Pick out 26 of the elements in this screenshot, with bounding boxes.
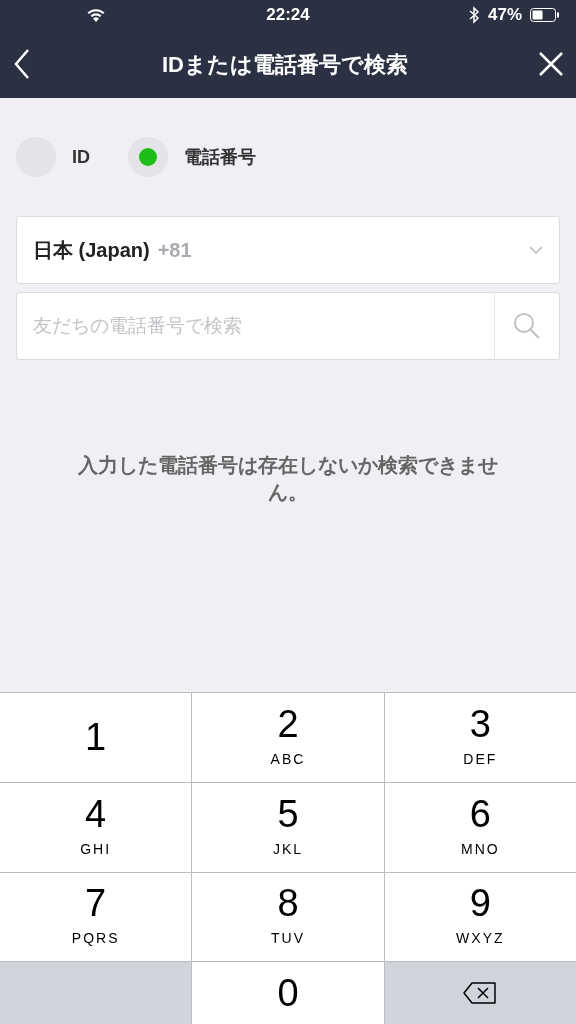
keypad-key[interactable]: 0 <box>192 962 384 1024</box>
radio-label: 電話番号 <box>184 145 256 169</box>
radio-button[interactable] <box>128 137 168 177</box>
wifi-icon <box>86 7 106 23</box>
radio-label: ID <box>72 145 90 169</box>
search-button[interactable] <box>494 292 560 360</box>
search-icon[interactable] <box>513 312 541 340</box>
keypad-key[interactable]: 9 WXYZ <box>384 872 576 962</box>
page-title: IDまたは電話番号で検索 <box>162 50 408 79</box>
keypad-key[interactable]: 5 JKL <box>192 782 384 872</box>
keypad-key[interactable]: 8 TUV <box>192 872 384 962</box>
status-message: 入力した電話番号は存在しないか検索できません。 <box>77 453 499 505</box>
battery-percent: 47% <box>487 4 522 27</box>
keypad-key[interactable]: 7 PQRS <box>0 872 192 962</box>
status-time: 22:24 <box>266 4 310 27</box>
keypad-key[interactable]: 6 MNO <box>384 782 576 872</box>
battery-icon <box>530 8 560 22</box>
keypad-key[interactable]: 1 <box>0 693 192 782</box>
keypad-key[interactable]: 3 DEF <box>384 693 576 782</box>
bluetooth-icon <box>468 6 480 24</box>
search-field[interactable]: 友だちの電話番号で検索 <box>16 292 494 360</box>
chevron-down-icon[interactable] <box>529 246 543 254</box>
keypad-key[interactable]: 2 ABC <box>192 693 384 782</box>
keypad-key[interactable]: 4 GHI <box>0 782 192 872</box>
backspace-icon[interactable] <box>462 981 499 1006</box>
country-name[interactable]: 日本 (Japan) <box>33 235 150 265</box>
